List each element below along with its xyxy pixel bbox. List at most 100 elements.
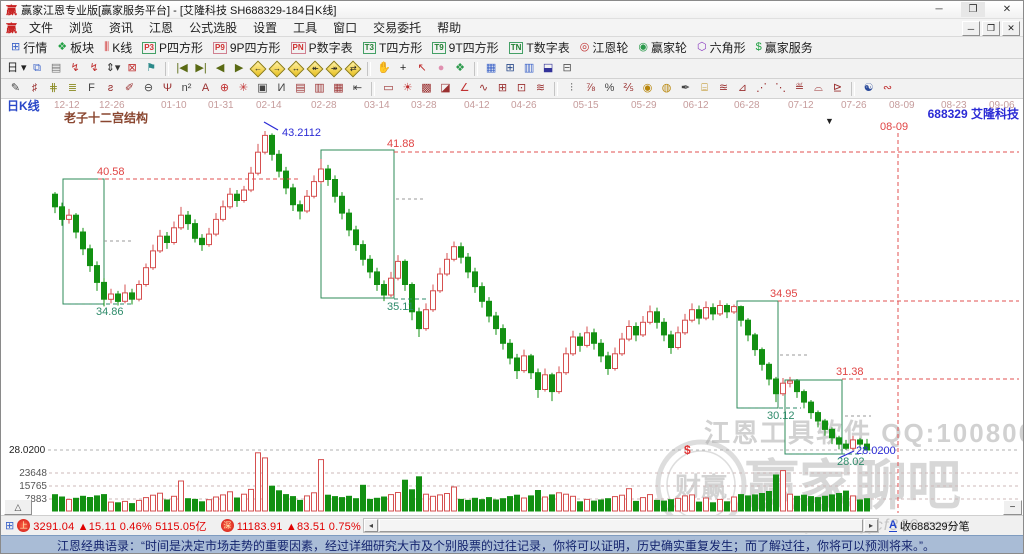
scroll-right-arrow[interactable]: ▸	[864, 519, 878, 532]
menu-item-交易委托[interactable]: 交易委托	[365, 19, 429, 36]
shenzhen-index-icon[interactable]: 深	[220, 519, 234, 532]
minimize-button[interactable]: ─	[927, 2, 951, 17]
toolbar-button-p-digit-table[interactable]: PN P数字表	[286, 39, 358, 57]
box-top-tool-button[interactable]: ▤	[291, 81, 310, 97]
percent-tool-button[interactable]: %	[600, 81, 619, 97]
tilt-lines-tool-button[interactable]: ≋	[531, 81, 550, 97]
triangle-tool-button[interactable]: ⊿	[733, 81, 752, 97]
restore-button[interactable]: ❐	[961, 2, 985, 17]
gann-square-tool-button[interactable]: ⊡	[512, 81, 531, 97]
n-square-tool-button[interactable]: n²	[177, 81, 196, 97]
line-tool-button[interactable]: ♯	[25, 81, 44, 97]
gann-grid-tool-button[interactable]: ⊞	[493, 81, 512, 97]
mdi-restore-button[interactable]: ❐	[982, 21, 1000, 36]
shanghai-index-icon[interactable]: 上	[17, 519, 31, 532]
step-last-button[interactable]: ▶|	[192, 61, 211, 77]
angle-pen-tool-button[interactable]: ✐	[120, 81, 139, 97]
star-rays-tool-button[interactable]: ✳	[234, 81, 253, 97]
menu-item-工具[interactable]: 工具	[285, 19, 325, 36]
gann-expand-left-button[interactable]: ↞	[306, 60, 324, 77]
ratio-tool-button[interactable]: ⅞	[581, 81, 600, 97]
toolbar-button-hexagon[interactable]: ⬡ 六角形	[692, 39, 751, 57]
menu-item-帮助[interactable]: 帮助	[429, 19, 469, 36]
gann-expand-right-button[interactable]: ↠	[325, 60, 343, 77]
toolbar-button-winner-service[interactable]: $ 赢家服务	[751, 39, 818, 57]
multi-view-button[interactable]: ⧉	[28, 61, 47, 77]
green-badge-button[interactable]: ❖	[451, 61, 470, 77]
wedge-tool-button[interactable]: ⊵	[828, 81, 847, 97]
horizontal-scrollbar[interactable]: ◂ ▸	[363, 518, 879, 533]
dots-down-tool-button[interactable]: ⋱	[771, 81, 790, 97]
rays-tool-button[interactable]: ☀	[398, 81, 417, 97]
pointer-tool-button[interactable]: ↖	[413, 61, 432, 77]
wave-tool-button[interactable]: ∿	[474, 81, 493, 97]
menu-item-文件[interactable]: 文件	[21, 19, 61, 36]
mdi-close-button[interactable]: ✕	[1002, 21, 1020, 36]
note-tool-button[interactable]: ▥	[520, 61, 539, 77]
gann-circle-tool-button[interactable]: ⊕	[215, 81, 234, 97]
toolbar-button-quotes[interactable]: ⊞ 行情	[6, 39, 52, 57]
flag-colors-button[interactable]: ⚑	[142, 61, 161, 77]
save-tool-button[interactable]: ⬓	[539, 61, 558, 77]
taiji-tool-button[interactable]: ☯	[859, 81, 878, 97]
delete-box-button[interactable]: ⊠	[123, 61, 142, 77]
candle-style-dropdown-button[interactable]: ⇕▾	[104, 61, 123, 77]
comb-tool-button[interactable]: Ψ	[158, 81, 177, 97]
toolbar-button-9p-square[interactable]: P9 9P四方形	[208, 39, 285, 57]
approx-tool-button[interactable]: ≊	[714, 81, 733, 97]
volume-pane-toggle-button[interactable]: △	[4, 499, 32, 515]
gold-circle-tool-button[interactable]: ◉	[638, 81, 657, 97]
menu-item-浏览[interactable]: 浏览	[61, 19, 101, 36]
gann-move-left-button[interactable]: ←	[249, 60, 267, 77]
menu-item-设置[interactable]: 设置	[245, 19, 285, 36]
scroll-left-arrow[interactable]: ◂	[364, 519, 378, 532]
toolbar-button-winner-wheel[interactable]: ◉ 赢家轮	[633, 39, 692, 57]
grid-icon[interactable]: ⊞	[5, 519, 14, 532]
toolbar-button-t-digit-table[interactable]: TN T数字表	[504, 39, 575, 57]
grid-box-tool-button[interactable]: ▦	[329, 81, 348, 97]
menu-item-江恩[interactable]: 江恩	[141, 19, 181, 36]
gann-move-right-button[interactable]: →	[268, 60, 286, 77]
pink-marker-button[interactable]: ●	[432, 61, 451, 77]
calculator-tool-button[interactable]: ⊞	[501, 61, 520, 77]
gold-section-tool-button[interactable]: ◍	[657, 81, 676, 97]
cycle-tool-button[interactable]: ⊖	[139, 81, 158, 97]
fib-tool-button[interactable]: F	[82, 81, 101, 97]
dots-up-tool-button[interactable]: ⋰	[752, 81, 771, 97]
square-box-tool-button[interactable]: ▣	[253, 81, 272, 97]
infinity-tool-button[interactable]: ∾	[878, 81, 897, 97]
pen-flag-tool-button[interactable]: ✒	[676, 81, 695, 97]
wave-a-tool-button[interactable]: A	[196, 81, 215, 97]
hatch-box-tool-button[interactable]: ▩	[417, 81, 436, 97]
box-bottom-tool-button[interactable]: ▥	[310, 81, 329, 97]
toolbar-button-sectors[interactable]: ❖ 板块	[52, 39, 99, 57]
angle-tool-button[interactable]: ∠	[455, 81, 474, 97]
toolbar-button-9t-square[interactable]: T9 9T四方形	[427, 39, 503, 57]
close-button[interactable]: ✕	[995, 2, 1019, 17]
calendar-tool-button[interactable]: ▦	[482, 61, 501, 77]
step-back-button[interactable]: ◀	[211, 61, 230, 77]
def-tool-button[interactable]: ≝	[790, 81, 809, 97]
extend-tool-button[interactable]: ⇤	[348, 81, 367, 97]
scrollbar-thumb[interactable]	[379, 519, 863, 532]
gann-move-both-button[interactable]: ↔	[287, 60, 305, 77]
add-tool-button[interactable]: +	[394, 61, 413, 77]
kline-chart-area[interactable]: 江恩工具软件 QQ:100800360赢家聊吧财赢28.020023648157…	[1, 98, 1024, 531]
pencil-tool-button[interactable]: ✎	[6, 81, 25, 97]
trend-marker-2-button[interactable]: ↯	[85, 61, 104, 77]
kline-chart-canvas[interactable]: 江恩工具软件 QQ:100800360赢家聊吧财赢28.020023648157…	[1, 98, 1024, 531]
pane-collapse-button[interactable]: −	[1003, 500, 1022, 515]
arc-tool-button[interactable]: ⌓	[809, 81, 828, 97]
step-first-button[interactable]: |◀	[173, 61, 192, 77]
step-forward-button[interactable]: ▶	[230, 61, 249, 77]
gann-frame-tool-button[interactable]: ⌸	[695, 81, 714, 97]
toolbar-button-p-square[interactable]: P3 P四方形	[137, 39, 208, 57]
toolbar-button-t-square[interactable]: T3 T四方形	[358, 39, 428, 57]
rect-tool-button[interactable]: ▭	[379, 81, 398, 97]
period-daily-dropdown-button[interactable]: 日 ▾	[6, 61, 28, 77]
trend-marker-1-button[interactable]: ↯	[66, 61, 85, 77]
wave-n-tool-button[interactable]: И	[272, 81, 291, 97]
menu-item-公式选股[interactable]: 公式选股	[181, 19, 245, 36]
menu-item-窗口[interactable]: 窗口	[325, 19, 365, 36]
gann-swap-button[interactable]: ⇄	[344, 60, 362, 77]
